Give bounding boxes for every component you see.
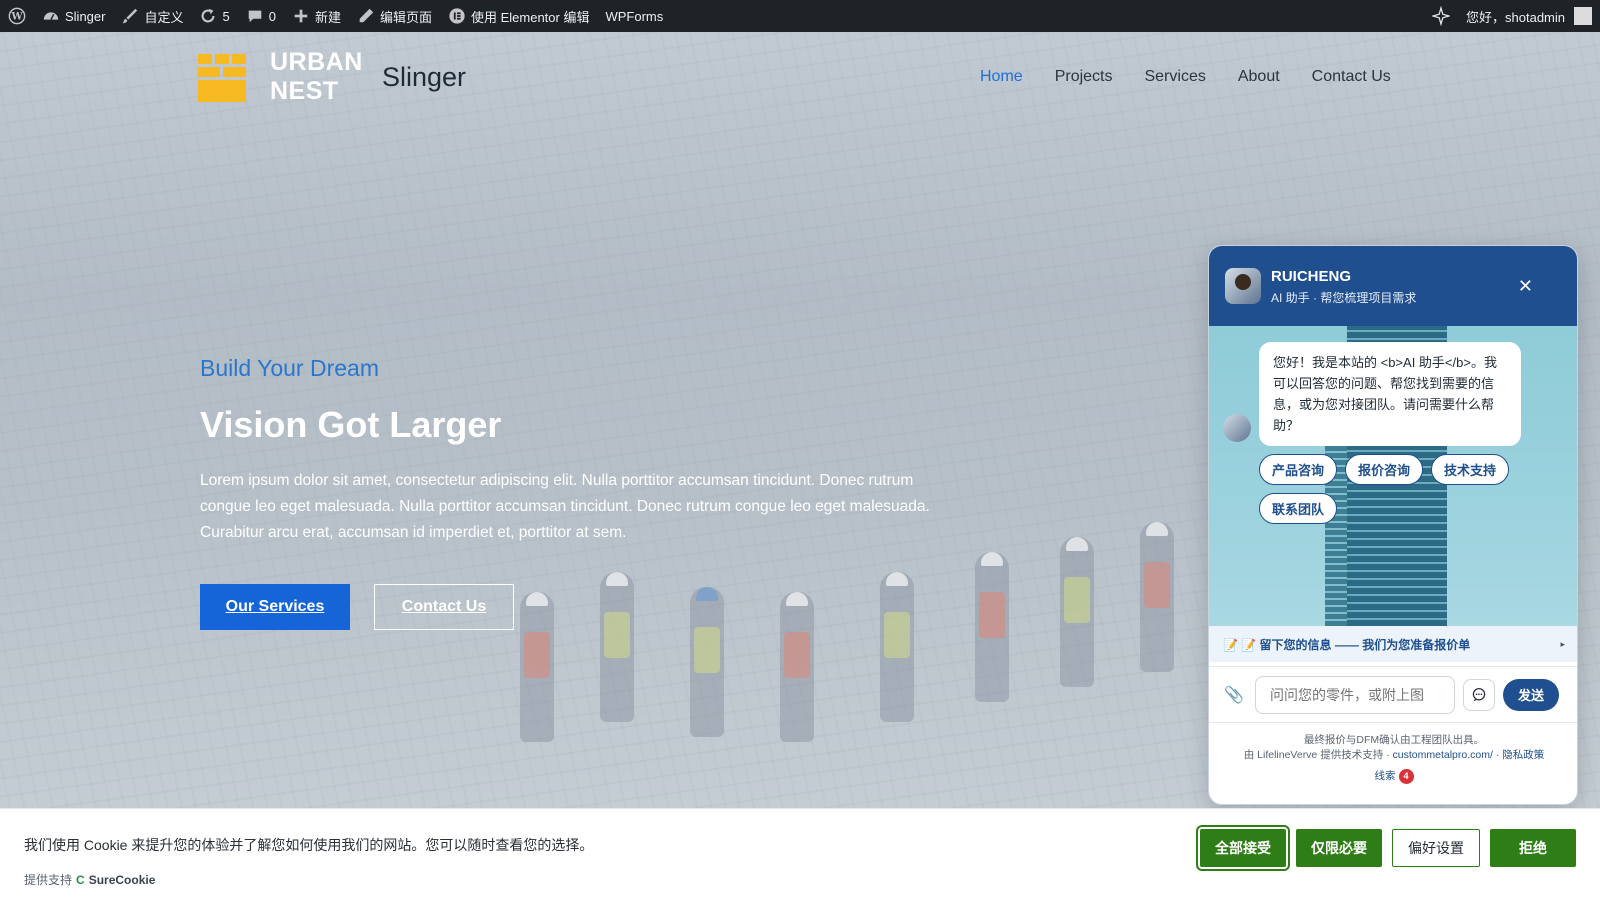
wordpress-icon: W <box>8 7 26 25</box>
chat-footer-credits: 由 LifelineVerve 提供技术支持 · custommetalpro.… <box>1209 748 1577 763</box>
chat-avatar <box>1225 268 1261 304</box>
logo-line-1: URBAN <box>270 48 363 76</box>
chip-tech-support[interactable]: 技术支持 <box>1431 454 1510 485</box>
admin-customize[interactable]: 自定义 <box>113 0 191 32</box>
surecookie-logo-icon: C <box>76 872 85 887</box>
chat-agent-subtitle: AI 助手 · 帮您梳理项目需求 <box>1271 291 1417 305</box>
admin-wordpress-menu[interactable]: W <box>0 0 34 32</box>
admin-greeting: 您好，shotadmin <box>1466 9 1565 25</box>
chat-messages: 您好！我是本站的 <b>AI 助手</b>。我可以回答您的问题、帮您找到需要的信… <box>1209 326 1577 626</box>
cookie-banner: 我们使用 Cookie 来提升您的体验并了解您如何使用我们的网站。您可以随时查看… <box>0 808 1600 900</box>
admin-ai-assistant[interactable] <box>1424 0 1458 32</box>
admin-edit-page[interactable]: 编辑页面 <box>349 0 440 32</box>
elementor-icon <box>448 7 466 25</box>
admin-customize-label: 自定义 <box>144 9 184 25</box>
admin-account[interactable]: 您好，shotadmin <box>1458 0 1600 32</box>
worker-figure <box>1140 522 1174 672</box>
admin-wpforms-label: WPForms <box>605 8 664 24</box>
plus-icon <box>292 7 310 25</box>
chevron-right-icon: ▸ <box>1560 638 1565 649</box>
main-nav: Home Projects Services About Contact Us <box>980 68 1391 86</box>
admin-comments-count: 0 <box>268 8 276 24</box>
logo-bricks-icon[interactable] <box>198 54 248 102</box>
chat-footer-sep: · <box>1492 749 1503 761</box>
cookie-buttons: 全部接受 仅限必要 偏好设置 拒绝 <box>1196 825 1576 871</box>
site-title[interactable]: Slinger <box>382 62 466 93</box>
chip-product-inquiry[interactable]: 产品咨询 <box>1259 454 1338 485</box>
cookie-powered-prefix: 提供支持 <box>24 873 73 887</box>
nav-projects[interactable]: Projects <box>1055 68 1113 86</box>
leads-badge-count: 4 <box>1398 769 1414 784</box>
chat-message-avatar <box>1223 414 1251 442</box>
our-services-button[interactable]: Our Services <box>200 584 350 630</box>
worker-figure <box>975 552 1009 702</box>
paperclip-icon[interactable]: 📎 <box>1221 685 1247 705</box>
hero-lead: Lorem ipsum dolor sit amet, consectetur … <box>200 472 930 541</box>
leads-badge[interactable]: 线索 4 <box>1375 769 1414 784</box>
leads-badge-label: 线索 <box>1374 770 1396 782</box>
chat-input[interactable] <box>1255 675 1455 714</box>
admin-site-name[interactable]: Slinger <box>34 0 113 32</box>
hero-buttons: Our Services Contact Us <box>200 584 980 630</box>
contact-us-button[interactable]: Contact Us <box>374 584 514 630</box>
admin-edit-page-label: 编辑页面 <box>379 9 432 25</box>
admin-site-name-label: Slinger <box>65 8 106 24</box>
lead-form-label: 📝 📝 留下您的信息 —— 我们为您准备报价单 <box>1223 637 1471 652</box>
admin-wpforms[interactable]: WPForms <box>597 0 671 32</box>
dashboard-icon <box>42 7 60 25</box>
chat-agent-name: RUICHENG <box>1271 268 1352 285</box>
cookie-powered-by: 提供支持 C SureCookie <box>24 871 155 888</box>
admin-new-label: 新建 <box>314 9 341 25</box>
brush-icon <box>121 7 139 25</box>
cookie-accept-all-button[interactable]: 全部接受 <box>1196 825 1290 871</box>
chip-quote-inquiry[interactable]: 报价咨询 <box>1345 454 1424 485</box>
admin-updates-count: 5 <box>222 8 230 24</box>
send-button[interactable]: 发送 <box>1503 678 1559 711</box>
admin-updates[interactable]: 5 <box>191 0 237 32</box>
admin-elementor-label: 使用 Elementor 编辑 <box>470 9 590 25</box>
worker-figure <box>1060 537 1094 687</box>
cookie-preferences-button[interactable]: 偏好设置 <box>1392 829 1480 867</box>
chat-footer: 最终报价与DFM确认由工程团队出具。 由 LifelineVerve 提供技术支… <box>1209 722 1577 784</box>
hero-headline: Vision Got Larger <box>200 404 502 445</box>
nav-contact-us[interactable]: Contact Us <box>1312 68 1391 86</box>
logo-wordmark[interactable]: URBAN NEST <box>270 48 363 106</box>
cookie-message: 我们使用 Cookie 来提升您的体验并了解您如何使用我们的网站。您可以随时查看… <box>24 837 594 853</box>
hero-kicker: Build Your Dream <box>200 355 379 381</box>
lead-form-toggle[interactable]: 📝 📝 留下您的信息 —— 我们为您准备报价单 ▸ <box>1209 626 1577 662</box>
chat-footer-disclaimer: 最终报价与DFM确认由工程团队出具。 <box>1303 734 1485 746</box>
logo-line-2: NEST <box>270 77 339 105</box>
nav-about[interactable]: About <box>1238 68 1280 86</box>
admin-bar: W Slinger 自定义 5 0 新建 编辑页面 使用 Elementor 编… <box>0 0 1600 32</box>
avatar <box>1574 7 1592 25</box>
admin-elementor-edit[interactable]: 使用 Elementor 编辑 <box>440 0 597 32</box>
hero-content: Build Your Dream Vision Got Larger Lorem… <box>200 355 980 630</box>
site-header: URBAN NEST Slinger Home Projects Service… <box>0 32 1600 122</box>
chip-contact-team[interactable]: 联系团队 <box>1259 493 1338 524</box>
cookie-reject-button[interactable]: 拒绝 <box>1490 829 1576 867</box>
svg-text:W: W <box>10 12 23 23</box>
chat-bubble-icon[interactable] <box>1463 678 1495 711</box>
admin-new[interactable]: 新建 <box>284 0 349 32</box>
refresh-icon <box>199 7 217 25</box>
chat-footer-privacy-link[interactable]: 隐私政策 <box>1502 749 1544 761</box>
admin-comments[interactable]: 0 <box>238 0 284 32</box>
sparkle-icon <box>1432 6 1451 26</box>
chat-quick-replies: 产品咨询 报价咨询 技术支持 联系团队 <box>1259 454 1519 524</box>
chat-header: RUICHENG AI 助手 · 帮您梳理项目需求 ✕ <box>1209 246 1577 326</box>
comment-icon <box>246 7 264 25</box>
close-icon[interactable]: ✕ <box>1518 276 1533 297</box>
chat-widget: RUICHENG AI 助手 · 帮您梳理项目需求 ✕ 您好！我是本站的 <b>… <box>1208 245 1578 805</box>
nav-home[interactable]: Home <box>980 68 1023 86</box>
chat-greeting-bubble: 您好！我是本站的 <b>AI 助手</b>。我可以回答您的问题、帮您找到需要的信… <box>1259 342 1521 446</box>
nav-services[interactable]: Services <box>1144 68 1205 86</box>
cookie-brand[interactable]: SureCookie <box>89 873 156 887</box>
chat-footer-site-link[interactable]: custommetalpro.com/ <box>1393 749 1493 761</box>
pencil-icon <box>357 7 375 25</box>
cookie-necessary-only-button[interactable]: 仅限必要 <box>1296 829 1382 867</box>
chat-input-row: 📎 发送 <box>1209 666 1577 722</box>
chat-footer-prefix: 由 LifelineVerve 提供技术支持 · <box>1243 749 1393 761</box>
